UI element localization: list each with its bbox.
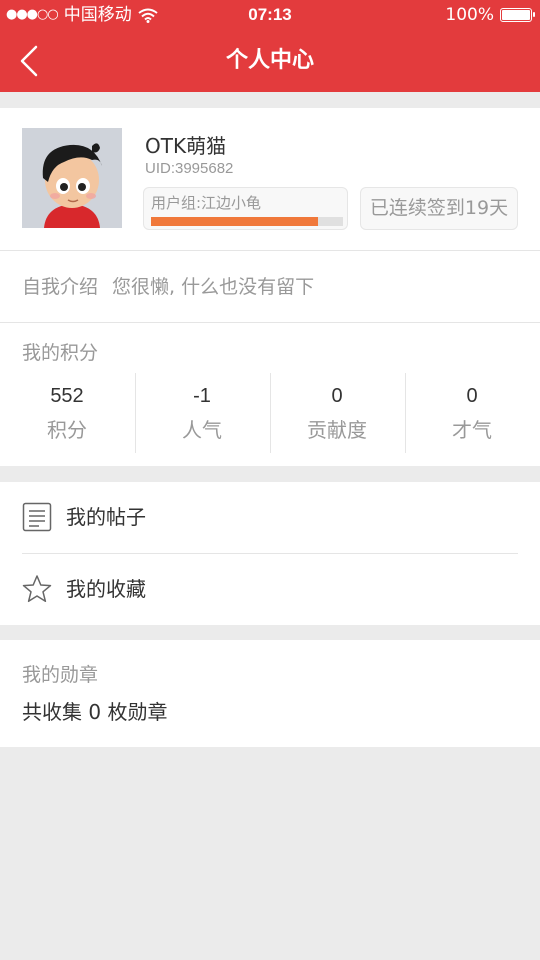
signin-streak-button[interactable]: 已连续签到19天 [360,187,518,230]
stat-popularity[interactable]: -1 人气 [135,373,269,451]
top-bar: ●●●○○ 中国移动 07:13 100% 个人中心 [0,0,540,92]
menu-item-label: 我的收藏 [66,577,146,601]
stat-contribution[interactable]: 0 贡献度 [270,373,404,451]
document-icon [22,502,52,532]
level-progress-bar [151,217,343,226]
stat-value: -1 [193,385,211,407]
navigation-bar: 个人中心 [0,30,540,92]
stat-label: 积分 [47,418,87,442]
stat-points[interactable]: 552 积分 [0,373,134,451]
stat-talent[interactable]: 0 才气 [405,373,539,451]
stat-value: 0 [331,385,343,407]
battery-icon [500,8,535,22]
divider [0,322,540,323]
stat-value: 0 [466,385,478,407]
username: OTK萌猫 [145,134,227,158]
menu-item-label: 我的帖子 [66,505,146,529]
battery-percent: 100% [445,5,494,25]
medals-title: 我的勋章 [22,664,99,686]
divider [0,250,540,251]
user-group-box: 用户组:江边小龟 [143,187,348,230]
medal-card: 我的勋章 共收集 0 枚勋章 [0,640,540,747]
self-intro-label: 自我介绍 [22,276,99,298]
stat-label: 贡献度 [307,418,367,442]
stat-label: 人气 [182,418,222,442]
self-intro[interactable]: 自我介绍 您很懒, 什么也没有留下 [22,272,314,299]
medals-count[interactable]: 共收集 0 枚勋章 [22,696,167,725]
menu-item-my-posts[interactable]: 我的帖子 [0,482,540,553]
user-group-label: 用户组:江边小龟 [151,194,262,212]
stat-value: 552 [50,385,84,407]
profile-card: OTK萌猫 UID:3995682 用户组:江边小龟 已连续签到19天 自我介绍… [0,108,540,466]
self-intro-text: 您很懒, 什么也没有留下 [112,276,315,298]
page-title: 个人中心 [225,48,314,73]
avatar[interactable] [22,128,122,228]
user-id: UID:3995682 [145,160,234,177]
menu-item-my-favorites[interactable]: 我的收藏 [0,554,540,625]
points-title: 我的积分 [22,342,99,364]
star-icon [22,575,52,603]
status-bar: ●●●○○ 中国移动 07:13 100% [0,0,540,30]
menu-card: 我的帖子 我的收藏 [0,482,540,625]
cartoon-avatar-icon [22,128,122,228]
stat-label: 才气 [452,418,492,442]
level-progress-fill [151,217,319,226]
